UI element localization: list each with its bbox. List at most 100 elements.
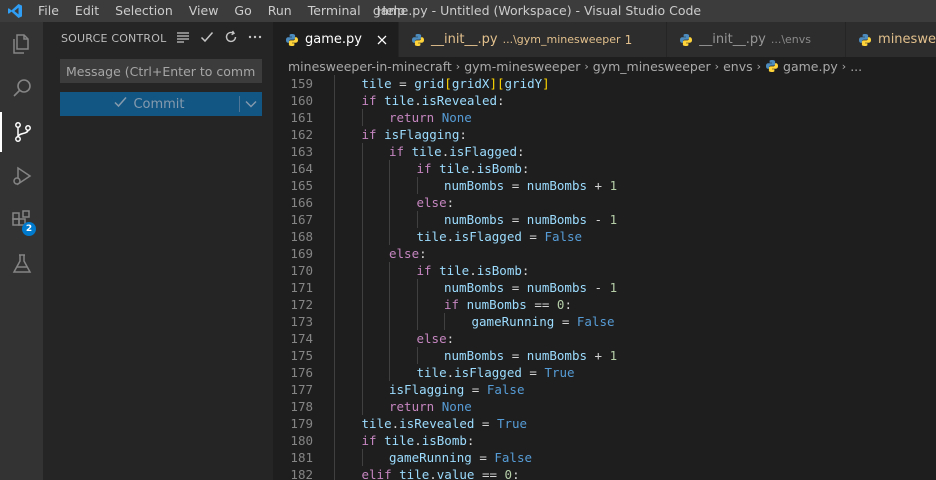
breadcrumb-item[interactable]: game.py xyxy=(765,59,838,74)
indent-guide xyxy=(361,194,363,211)
line-number: 165 xyxy=(290,178,313,193)
code-line[interactable]: 163 if tile.isFlagged: xyxy=(273,143,936,160)
commit-button[interactable]: Commit xyxy=(60,92,262,116)
source-control-sidebar: SOURCE CONTROL Commit xyxy=(43,22,273,480)
editor-tab-bar: game.py __init__.py ...\gym_minesweeper 1 __… xyxy=(273,22,936,57)
code-line[interactable]: 166 else: xyxy=(273,194,936,211)
code-line[interactable]: 164 if tile.isBomb: xyxy=(273,160,936,177)
indent-guide xyxy=(389,211,390,228)
breadcrumb-label: game.py xyxy=(783,58,838,74)
code-token: : xyxy=(419,246,427,261)
menu-go[interactable]: Go xyxy=(226,0,259,22)
indent-guide xyxy=(444,313,445,330)
breadcrumb-item[interactable]: gym-minesweeper xyxy=(464,59,580,74)
refresh-icon[interactable] xyxy=(223,28,239,46)
indent-guide xyxy=(361,313,363,330)
breadcrumb-item[interactable]: gym_minesweeper xyxy=(593,59,711,74)
code-line[interactable]: 161 return None xyxy=(273,109,936,126)
code-token: tile xyxy=(384,433,415,448)
indent-guide xyxy=(334,126,335,143)
menu-file[interactable]: File xyxy=(30,0,67,22)
code-line[interactable]: 173 gameRunning = False xyxy=(273,313,936,330)
indent-guide xyxy=(334,109,335,126)
code-token: + xyxy=(587,178,610,193)
indent-guide xyxy=(389,160,390,177)
code-line[interactable]: 176 tile.isFlagged = True xyxy=(273,364,936,381)
code-editor[interactable]: 159 tile = grid[gridX][gridY] 160 if tile.i… xyxy=(273,75,936,480)
commit-check-icon[interactable] xyxy=(199,28,215,46)
commit-dropdown-icon[interactable] xyxy=(240,100,262,108)
menu-help[interactable]: Help xyxy=(369,0,414,22)
code-token: : xyxy=(516,144,525,159)
code-line[interactable]: 177 isFlagging = False xyxy=(273,381,936,398)
indent-guide xyxy=(416,296,418,313)
code-line[interactable]: 175 numBombs = numBombs + 1 xyxy=(273,347,936,364)
line-number: 180 xyxy=(290,433,313,448)
code-text: numBombs = numBombs + 1 xyxy=(444,177,617,194)
explorer-icon[interactable] xyxy=(0,24,43,64)
code-token: numBombs xyxy=(444,280,505,295)
breadcrumb-label: ... xyxy=(850,58,863,74)
menu-view[interactable]: View xyxy=(181,0,227,22)
commit-message-input[interactable] xyxy=(60,59,262,83)
code-text: if tile.isBomb: xyxy=(417,160,530,177)
search-icon[interactable] xyxy=(0,68,43,108)
activity-bar: 2 xyxy=(0,22,43,480)
code-line[interactable]: 182 elif tile.value == 0: xyxy=(273,466,936,480)
menu-terminal[interactable]: Terminal xyxy=(300,0,369,22)
indent-guide xyxy=(389,364,390,381)
testing-icon[interactable] xyxy=(0,244,43,284)
extensions-icon[interactable]: 2 xyxy=(0,200,43,240)
code-token: 0 xyxy=(504,467,513,480)
code-line[interactable]: 167 numBombs = numBombs - 1 xyxy=(273,211,936,228)
code-line[interactable]: 171 numBombs = numBombs - 1 xyxy=(273,279,936,296)
indent-guide xyxy=(334,466,335,480)
code-text: tile.isRevealed = True xyxy=(362,415,528,432)
tab-3[interactable]: minesweeper_env.py4 xyxy=(846,22,936,57)
code-line[interactable]: 170 if tile.isBomb: xyxy=(273,262,936,279)
run-debug-icon[interactable] xyxy=(0,156,43,196)
code-line[interactable]: 168 tile.isFlagged = False xyxy=(273,228,936,245)
sidebar-actions xyxy=(175,28,263,46)
code-line[interactable]: 159 tile = grid[gridX][gridY] xyxy=(273,75,936,92)
code-text: if isFlagging: xyxy=(362,126,467,143)
code-token: isBomb xyxy=(421,433,467,448)
code-line[interactable]: 172 if numBombs == 0: xyxy=(273,296,936,313)
code-line[interactable]: 160 if tile.isRevealed: xyxy=(273,92,936,109)
code-line[interactable]: 178 return None xyxy=(273,398,936,415)
more-actions-icon[interactable] xyxy=(247,28,263,46)
tab-0[interactable]: game.py xyxy=(273,22,399,57)
breadcrumb-item[interactable]: minesweeper-in-minecraft xyxy=(288,59,452,74)
code-line[interactable]: 179 tile.isRevealed = True xyxy=(273,415,936,432)
view-as-list-icon[interactable] xyxy=(175,28,191,46)
breadcrumb-item[interactable]: envs xyxy=(723,59,753,74)
code-line[interactable]: 169 else: xyxy=(273,245,936,262)
close-icon[interactable] xyxy=(374,35,390,45)
code-line[interactable]: 181 gameRunning = False xyxy=(273,449,936,466)
code-text: return None xyxy=(389,398,472,415)
code-line[interactable]: 165 numBombs = numBombs + 1 xyxy=(273,177,936,194)
chevron-right-icon: › xyxy=(584,59,589,73)
source-control-icon[interactable] xyxy=(0,112,43,152)
indent-guide xyxy=(361,296,363,313)
menu-run[interactable]: Run xyxy=(260,0,300,22)
menu-selection[interactable]: Selection xyxy=(107,0,181,22)
code-line[interactable]: 180 if tile.isBomb: xyxy=(273,432,936,449)
menu-edit[interactable]: Edit xyxy=(67,0,107,22)
breadcrumb-label: envs xyxy=(723,58,753,74)
indent-guide xyxy=(416,313,418,330)
tab-1[interactable]: __init__.py ...\gym_minesweeper 1 xyxy=(398,22,668,57)
line-number: 163 xyxy=(290,144,313,159)
indent-guide xyxy=(389,313,390,330)
code-token: if xyxy=(389,144,405,159)
code-line[interactable]: 162 if isFlagging: xyxy=(273,126,936,143)
breadcrumb-item[interactable]: ... xyxy=(850,59,862,74)
code-text: numBombs = numBombs - 1 xyxy=(444,211,617,228)
code-line[interactable]: 174 else: xyxy=(273,330,936,347)
code-text: tile = grid[gridX][gridY] xyxy=(362,75,550,92)
tab-2[interactable]: __init__.py ...\envs xyxy=(667,22,847,57)
indent-guide xyxy=(389,296,390,313)
